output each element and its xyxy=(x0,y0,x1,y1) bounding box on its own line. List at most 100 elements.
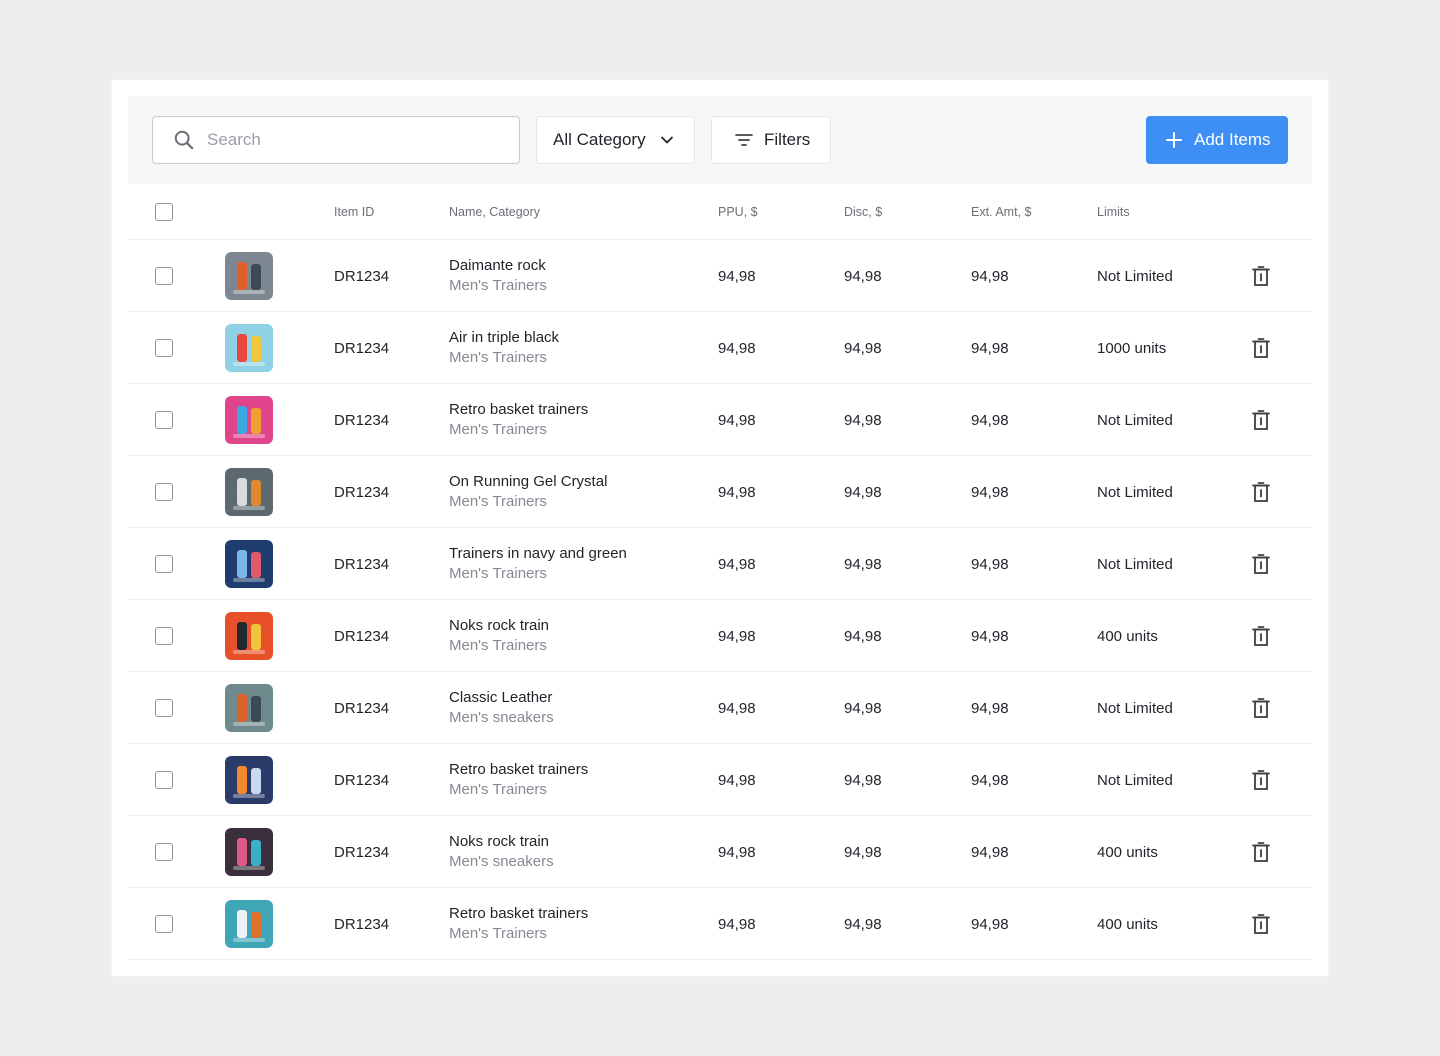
disc-value: 94,98 xyxy=(844,627,882,645)
delete-cell xyxy=(1250,240,1272,312)
row-checkbox-cell xyxy=(155,456,173,528)
category-dropdown-label: All Category xyxy=(553,130,646,149)
ppu-value: 94,98 xyxy=(718,915,756,933)
trash-icon[interactable] xyxy=(1250,769,1272,791)
item-category: Men's Trainers xyxy=(449,781,547,798)
disc-value: 94,98 xyxy=(844,915,882,933)
table-row: DR1234 Classic Leather Men's sneakers 94,98… xyxy=(128,672,1312,744)
add-items-label: Add Items xyxy=(1194,130,1271,149)
ext-amt-value: 94,98 xyxy=(971,843,1009,861)
name-category-cell: Retro basket trainers Men's Trainers xyxy=(449,744,588,816)
ppu-value: 94,98 xyxy=(718,699,756,717)
name-category-cell: Retro basket trainers Men's Trainers xyxy=(449,384,588,456)
orange-can-icon xyxy=(225,252,273,300)
delete-cell xyxy=(1250,312,1272,384)
thumbnail-cell xyxy=(225,744,273,816)
name-category-cell: Air in triple black Men's Trainers xyxy=(449,312,559,384)
orange-batteries-icon xyxy=(225,612,273,660)
delete-cell xyxy=(1250,384,1272,456)
row-checkbox[interactable] xyxy=(155,843,173,861)
row-checkbox[interactable] xyxy=(155,771,173,789)
table-row: DR1234 Daimante rock Men's Trainers 94,98 94… xyxy=(128,240,1312,312)
row-checkbox[interactable] xyxy=(155,339,173,357)
trash-icon[interactable] xyxy=(1250,697,1272,719)
limits-value: 400 units xyxy=(1097,915,1158,933)
ext-amt-value: 94,98 xyxy=(971,555,1009,573)
white-device-icon xyxy=(225,900,273,948)
item-category: Men's Trainers xyxy=(449,565,547,582)
trash-icon[interactable] xyxy=(1250,409,1272,431)
blue-sphere-icon xyxy=(225,540,273,588)
items-table: Item ID Name, Category PPU, $ Disc, $ Ex… xyxy=(128,184,1312,960)
limits-value: 1000 units xyxy=(1097,339,1167,357)
header-ppu[interactable]: PPU, $ xyxy=(718,184,758,240)
item-id: DR1234 xyxy=(334,915,390,933)
limits-value: Not Limited xyxy=(1097,555,1173,573)
item-id: DR1234 xyxy=(334,483,390,501)
item-name: Retro basket trainers xyxy=(449,401,589,418)
row-checkbox[interactable] xyxy=(155,915,173,933)
delete-cell xyxy=(1250,600,1272,672)
ppu-value: 94,98 xyxy=(718,411,756,429)
delete-cell xyxy=(1250,456,1272,528)
ppu-value: 94,98 xyxy=(718,843,756,861)
ext-amt-value: 94,98 xyxy=(971,267,1009,285)
name-category-cell: Trainers in navy and green Men's Trainers xyxy=(449,528,627,600)
header-item-id[interactable]: Item ID xyxy=(334,184,374,240)
thumbnail-cell xyxy=(225,312,273,384)
add-items-button[interactable]: Add Items xyxy=(1146,116,1288,164)
table-row: DR1234 Air in triple black Men's Trainers 9… xyxy=(128,312,1312,384)
row-checkbox[interactable] xyxy=(155,267,173,285)
item-id: DR1234 xyxy=(334,411,390,429)
table-row: DR1234 On Running Gel Crystal Men's Traine… xyxy=(128,456,1312,528)
row-checkbox[interactable] xyxy=(155,627,173,645)
item-category: Men's Trainers xyxy=(449,349,547,366)
ext-amt-value: 94,98 xyxy=(971,627,1009,645)
search-input[interactable] xyxy=(207,130,507,150)
category-dropdown[interactable]: All Category xyxy=(536,116,695,164)
row-checkbox[interactable] xyxy=(155,483,173,501)
row-checkbox[interactable] xyxy=(155,411,173,429)
thumbnail-cell xyxy=(225,456,273,528)
row-checkbox-cell xyxy=(155,744,173,816)
ppu-value: 94,98 xyxy=(718,483,756,501)
filters-button[interactable]: Filters xyxy=(711,116,831,164)
orange-can-icon xyxy=(225,684,273,732)
trash-icon[interactable] xyxy=(1250,265,1272,287)
item-name: Noks rock train xyxy=(449,617,550,634)
table-row: DR1234 Noks rock train Men's Trainers 94,98… xyxy=(128,600,1312,672)
pink-bottles-icon xyxy=(225,396,273,444)
trash-icon[interactable] xyxy=(1250,913,1272,935)
name-category-cell: Noks rock train Men's sneakers xyxy=(449,816,554,888)
disc-value: 94,98 xyxy=(844,267,882,285)
header-ext-amt[interactable]: Ext. Amt, $ xyxy=(971,184,1031,240)
header-limits[interactable]: Limits xyxy=(1097,184,1130,240)
ext-amt-value: 94,98 xyxy=(971,411,1009,429)
row-checkbox[interactable] xyxy=(155,555,173,573)
trash-icon[interactable] xyxy=(1250,841,1272,863)
limits-value: 400 units xyxy=(1097,843,1158,861)
row-checkbox[interactable] xyxy=(155,699,173,717)
item-name: Retro basket trainers xyxy=(449,905,589,922)
item-id: DR1234 xyxy=(334,339,390,357)
limits-value: Not Limited xyxy=(1097,699,1173,717)
header-disc[interactable]: Disc, $ xyxy=(844,184,882,240)
ext-amt-value: 94,98 xyxy=(971,483,1009,501)
trash-icon[interactable] xyxy=(1250,553,1272,575)
trash-icon[interactable] xyxy=(1250,337,1272,359)
item-category: Men's Trainers xyxy=(449,277,547,294)
row-checkbox-cell xyxy=(155,672,173,744)
trash-icon[interactable] xyxy=(1250,625,1272,647)
search-box[interactable] xyxy=(152,116,520,164)
thumbnail-cell xyxy=(225,600,273,672)
ppu-value: 94,98 xyxy=(718,771,756,789)
trash-icon[interactable] xyxy=(1250,481,1272,503)
row-checkbox-cell xyxy=(155,888,173,960)
thumbnail-cell xyxy=(225,528,273,600)
header-name-category[interactable]: Name, Category xyxy=(449,184,540,240)
item-name: Daimante rock xyxy=(449,257,546,274)
filter-icon xyxy=(735,134,753,146)
select-all-checkbox[interactable] xyxy=(155,203,173,221)
ppu-value: 94,98 xyxy=(718,339,756,357)
item-name: Classic Leather xyxy=(449,689,553,706)
